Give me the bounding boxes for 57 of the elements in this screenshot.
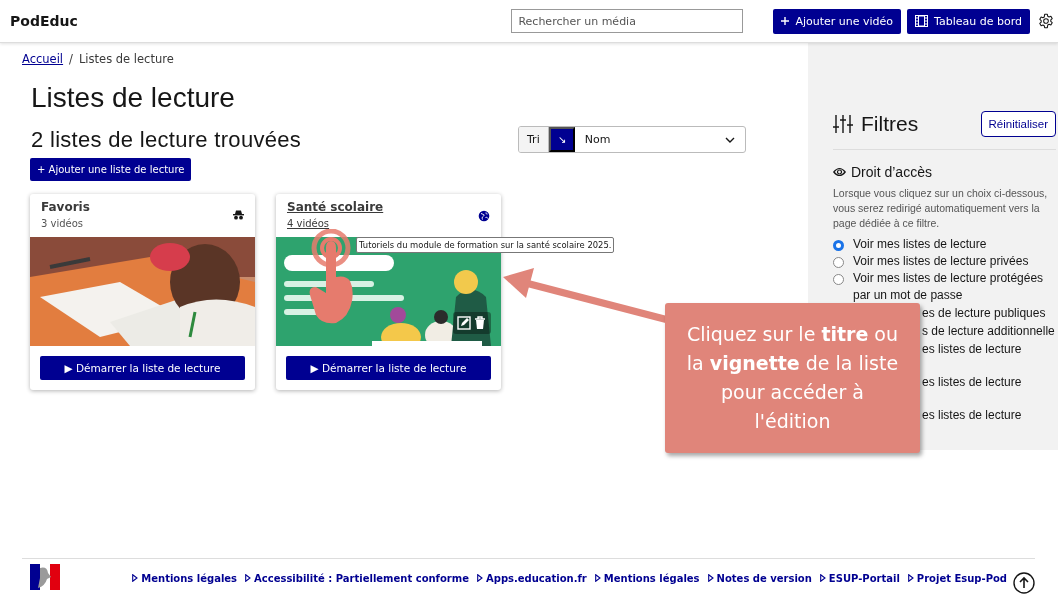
filters-title: Filtres bbox=[861, 112, 920, 136]
footer-link[interactable]: Apps.education.fr bbox=[477, 572, 587, 584]
radio-label[interactable]: es listes de lecture bbox=[922, 373, 1058, 391]
playlist-title: Favoris bbox=[41, 200, 90, 214]
sliders-icon bbox=[833, 115, 853, 133]
footer-link[interactable]: Accessibilité : Partiellement conforme bbox=[245, 572, 469, 584]
add-playlist-button[interactable]: + Ajouter une liste de lecture bbox=[30, 158, 192, 181]
playlist-title-link[interactable]: Santé scolaire bbox=[287, 200, 384, 214]
caret-icon bbox=[245, 574, 252, 582]
filter-description: Lorsque vous cliquez sur un choix ci-dessous, vous serez redirigé automatiquement vers la page dédiée à ce filtre. bbox=[833, 186, 1049, 231]
header-button[interactable]: Tableau de bord bbox=[907, 8, 1030, 34]
callout-text: Cliquez sur le titre ou la vignette de la liste pour accéder à l'édition bbox=[685, 322, 900, 434]
start-playlist-button[interactable]: ▶ Démarrer la liste de lecture bbox=[40, 356, 245, 380]
footer-link[interactable]: Projet Esup-Pod bbox=[907, 572, 1007, 584]
footer-link[interactable]: Mentions légales bbox=[594, 572, 700, 584]
radio-label[interactable]: es listes de lecture bbox=[922, 406, 1058, 424]
caret-icon bbox=[819, 574, 826, 582]
plus-icon bbox=[781, 17, 790, 25]
footer-link[interactable]: Notes de version bbox=[707, 572, 812, 584]
trash-icon[interactable] bbox=[473, 316, 487, 330]
breadcrumb-separator: / bbox=[69, 52, 73, 66]
radio-label[interactable]: es listes de lecture bbox=[922, 340, 1058, 358]
caret-icon bbox=[132, 574, 139, 582]
radio-label[interactable]: Voir mes listes de lecture privées bbox=[853, 253, 1029, 270]
tooltip: Tutoriels du module de formation sur la santé scolaire 2025. bbox=[356, 237, 615, 253]
footer-link[interactable]: ESUP-Portail bbox=[819, 572, 900, 584]
search-field[interactable]: Rechercher un média bbox=[511, 9, 744, 33]
start-playlist-button[interactable]: ▶ Démarrer la liste de lecture bbox=[286, 356, 491, 380]
radio-label[interactable]: es de lecture publiques bbox=[922, 304, 1058, 322]
breadcrumb-link[interactable]: Accueil bbox=[22, 52, 64, 66]
section-heading: Droit d’accès bbox=[851, 164, 932, 180]
reset-button[interactable]: Réinitialiser bbox=[980, 111, 1056, 137]
settings-icon[interactable] bbox=[1038, 13, 1054, 29]
emblem-logo[interactable] bbox=[30, 564, 60, 590]
result-count: 2 listes de lecture trouvées bbox=[31, 126, 303, 153]
incognito-icon bbox=[233, 210, 244, 220]
header-button[interactable]: Ajouter une vidéo bbox=[773, 8, 902, 34]
eye-icon bbox=[833, 167, 846, 177]
radio-label[interactable]: Voir mes listes de lecture bbox=[853, 236, 987, 253]
caret-icon bbox=[907, 574, 914, 582]
radio-button[interactable] bbox=[833, 274, 844, 285]
radio-label[interactable]: s de lecture additionnelle bbox=[922, 322, 1058, 340]
app-logo[interactable]: PodEduc bbox=[10, 13, 78, 29]
radio-button[interactable] bbox=[833, 257, 844, 268]
footer-link[interactable]: Mentions légales bbox=[132, 572, 238, 584]
page-title: Listes de lecture bbox=[31, 82, 236, 114]
back-to-top-icon[interactable] bbox=[1013, 572, 1035, 594]
video-count: 3 vidéos bbox=[41, 218, 85, 229]
breadcrumb-current: Listes de lecture bbox=[78, 52, 174, 66]
caret-icon bbox=[707, 574, 714, 582]
edit-icon[interactable] bbox=[457, 316, 471, 330]
globe-icon bbox=[478, 210, 490, 222]
caret-icon bbox=[477, 574, 483, 582]
video-count[interactable]: 4 vidéos bbox=[287, 218, 384, 229]
caret-icon bbox=[594, 574, 601, 582]
radio-button[interactable] bbox=[833, 240, 844, 251]
film-icon bbox=[915, 15, 929, 27]
